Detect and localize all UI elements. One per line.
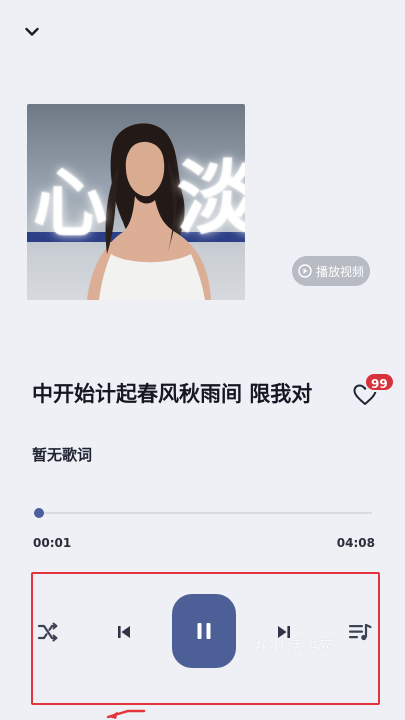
favorite-count-badge: 99 <box>364 372 395 392</box>
chevron-down-icon[interactable] <box>20 20 44 44</box>
skip-previous-icon <box>118 626 130 638</box>
watermark: 4k4k手游网 <box>252 639 332 655</box>
shuffle-icon <box>37 622 58 642</box>
play-video-button[interactable]: 播放视频 <box>292 256 370 286</box>
cover-art: 心 淡 <box>27 104 245 300</box>
elapsed-time: 00:01 <box>33 536 72 550</box>
pause-icon <box>197 623 211 639</box>
playlist-button[interactable] <box>346 618 374 646</box>
shuffle-button[interactable] <box>34 618 62 646</box>
play-video-label: 播放视频 <box>315 264 364 279</box>
progress-thumb[interactable] <box>34 508 45 518</box>
playlist-icon <box>349 623 372 641</box>
previous-button[interactable] <box>110 618 138 646</box>
cover-overlay-char: 淡 <box>177 151 245 245</box>
progress-bar[interactable] <box>34 508 372 518</box>
top-bar <box>0 0 405 64</box>
pause-button[interactable] <box>172 594 236 668</box>
annotation-arrow-icon <box>106 709 146 719</box>
cover-overlay-char: 心 <box>33 161 107 247</box>
song-title: 中开始计起春风秋雨间 限我对 <box>32 382 313 406</box>
total-time: 04:08 <box>336 536 375 550</box>
play-circle-icon <box>298 264 312 278</box>
lyrics-placeholder: 暂无歌词 <box>32 446 93 464</box>
